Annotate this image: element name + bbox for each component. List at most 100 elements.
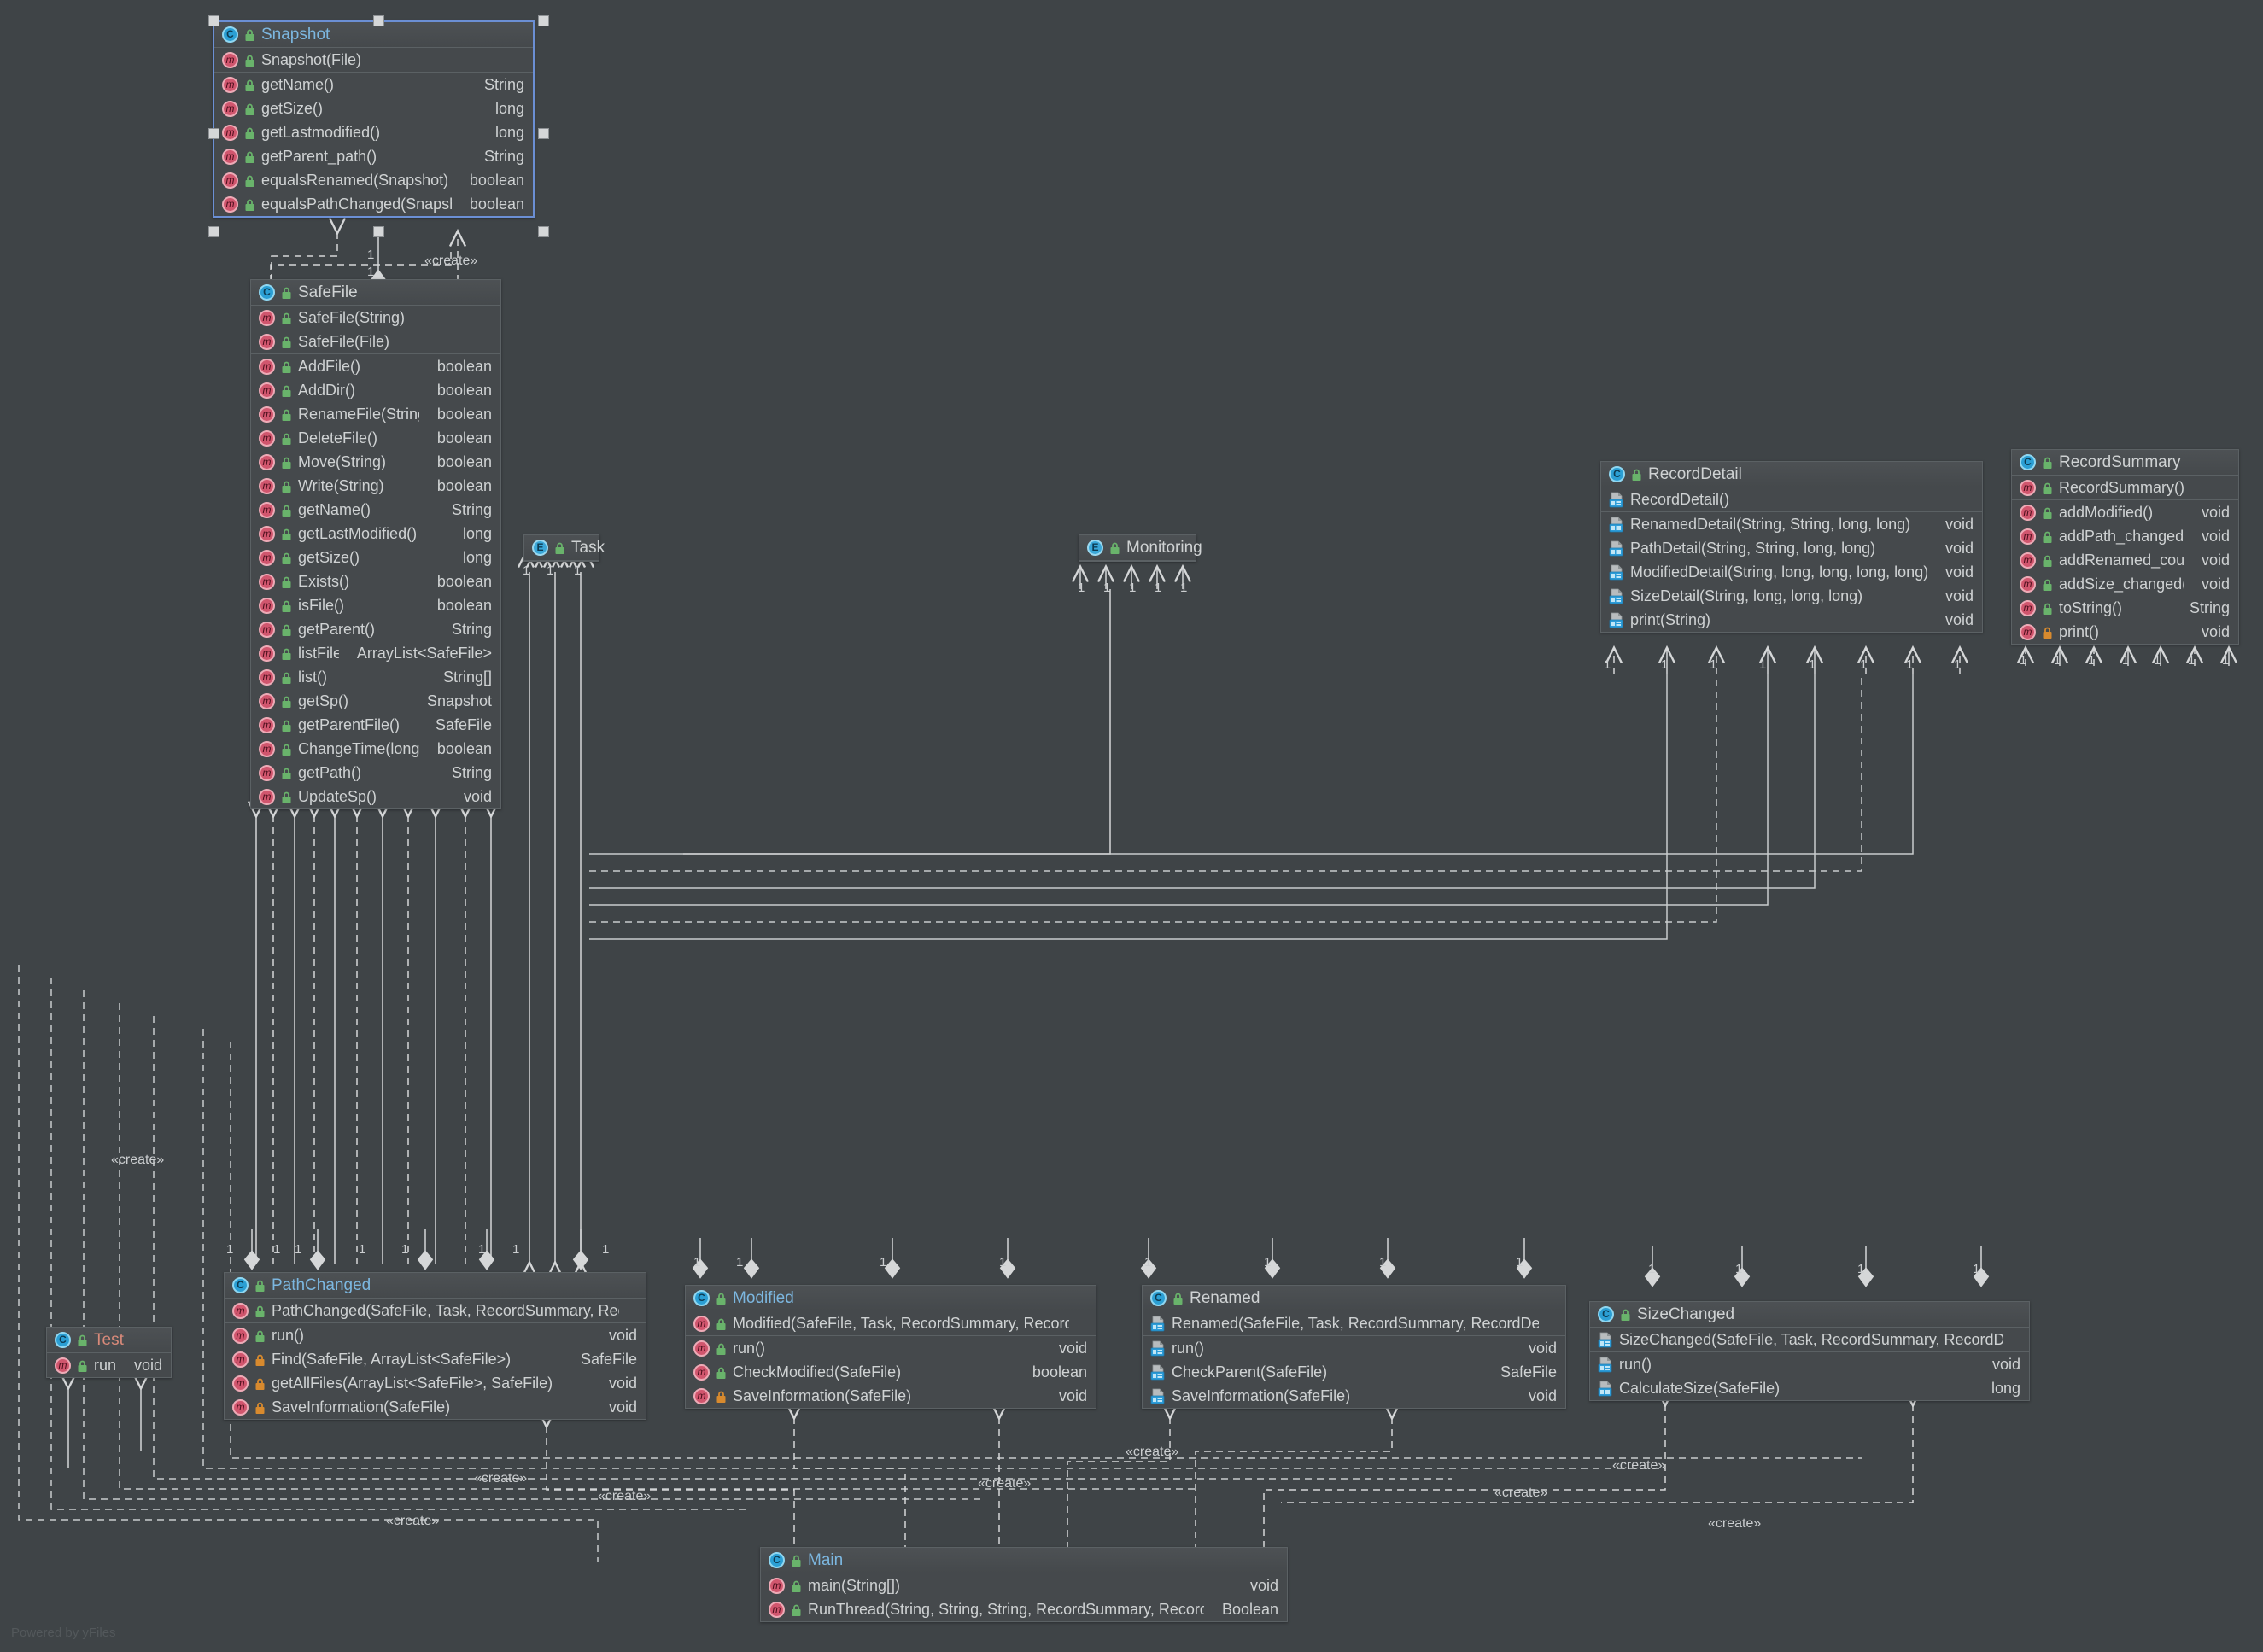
member-row[interactable]: m SafeFile(File)	[251, 330, 500, 353]
member-row[interactable]: SaveInformation(SafeFile) void	[1143, 1384, 1565, 1408]
member-row[interactable]: m getParentFile() SafeFile	[251, 713, 500, 737]
member-row[interactable]: m SafeFile(String)	[251, 306, 500, 330]
member-row[interactable]: m run() void	[686, 1336, 1096, 1360]
class-node-recorddetail[interactable]: C RecordDetail RecordDetail() RenamedDet…	[1600, 461, 1983, 633]
member-name: addPath_changed()	[2059, 527, 2184, 545]
file-blue-icon	[1150, 1316, 1166, 1332]
member-row[interactable]: m getSp() Snapshot	[251, 689, 500, 713]
member-row[interactable]: CheckParent(SafeFile) SafeFile	[1143, 1360, 1565, 1384]
member-row[interactable]: m equalsPathChanged(Snapshot) boolean	[214, 192, 533, 216]
class-header-monitoring[interactable]: E Monitoring	[1079, 535, 1202, 561]
member-row[interactable]: run() void	[1143, 1336, 1565, 1360]
class-header-recorddetail[interactable]: C RecordDetail	[1601, 462, 1982, 487]
member-row[interactable]: SizeChanged(SafeFile, Task, RecordSummar…	[1590, 1328, 2029, 1351]
member-row[interactable]: m main(String[]) void	[761, 1573, 1287, 1597]
selection-handle-w[interactable]	[208, 128, 219, 139]
member-row[interactable]: m getSize() long	[214, 96, 533, 120]
class-header-sizechanged[interactable]: C SizeChanged	[1590, 1302, 2029, 1328]
class-header-safefile[interactable]: C SafeFile	[251, 280, 500, 306]
class-node-main[interactable]: C Main m main(String[]) void m RunThread(Str…	[760, 1547, 1288, 1622]
member-row[interactable]: m getParent_path() String	[214, 144, 533, 168]
class-node-modified[interactable]: C Modified m Modified(SafeFile, Task, Rec…	[685, 1285, 1096, 1409]
member-row[interactable]: m getSize() long	[251, 546, 500, 569]
class-node-sizechanged[interactable]: C SizeChanged SizeChanged(SafeFile, Task…	[1589, 1301, 2030, 1401]
multiplicity-label: 1	[1954, 657, 1962, 672]
member-row[interactable]: m addSize_changed() void	[2012, 572, 2238, 596]
member-row[interactable]: m Modified(SafeFile, Task, RecordSummary,…	[686, 1311, 1096, 1335]
class-node-safefile[interactable]: C SafeFile m SafeFile(String) m SafeFile(Fi…	[250, 279, 501, 809]
member-row[interactable]: Renamed(SafeFile, Task, RecordSummary, R…	[1143, 1311, 1565, 1335]
member-row[interactable]: m ChangeTime(long) boolean	[251, 737, 500, 761]
diagram-canvas[interactable]: C Snapshot m Snapshot(File) m getName() St…	[0, 0, 2263, 1652]
member-row[interactable]: m addPath_changed() void	[2012, 524, 2238, 548]
class-node-recordsummary[interactable]: C RecordSummary m RecordSummary() m addMod…	[2011, 449, 2239, 645]
member-row[interactable]: m AddFile() boolean	[251, 354, 500, 378]
member-row[interactable]: m AddDir() boolean	[251, 378, 500, 402]
member-row[interactable]: PathDetail(String, String, long, long) vo…	[1601, 536, 1982, 560]
member-row[interactable]: ModifiedDetail(String, long, long, long,…	[1601, 560, 1982, 584]
member-row[interactable]: m RenameFile(String) boolean	[251, 402, 500, 426]
member-name: Find(SafeFile, ArrayList<SafeFile>)	[272, 1350, 512, 1368]
class-header-recordsummary[interactable]: C RecordSummary	[2012, 450, 2238, 476]
selection-handle-sw[interactable]	[208, 226, 219, 237]
member-row[interactable]: m Write(String) boolean	[251, 474, 500, 498]
member-row[interactable]: m getName() String	[251, 498, 500, 522]
member-row[interactable]: m Snapshot(File)	[214, 48, 533, 72]
class-header-renamed[interactable]: C Renamed	[1143, 1286, 1565, 1311]
member-row[interactable]: m addModified() void	[2012, 500, 2238, 524]
member-row[interactable]: m Exists() boolean	[251, 569, 500, 593]
member-row[interactable]: m getPath() String	[251, 761, 500, 785]
class-node-test[interactable]: C Test m run() void	[46, 1327, 172, 1378]
member-row[interactable]: m Find(SafeFile, ArrayList<SafeFile>) Safe…	[225, 1347, 646, 1371]
member-row[interactable]: m PathChanged(SafeFile, Task, RecordSumma…	[225, 1299, 646, 1322]
member-row[interactable]: m Move(String) boolean	[251, 450, 500, 474]
member-row[interactable]: m run() void	[225, 1323, 646, 1347]
member-row[interactable]: m UpdateSp() void	[251, 785, 500, 808]
member-row[interactable]: m addRenamed_count() void	[2012, 548, 2238, 572]
member-row[interactable]: m list() String[]	[251, 665, 500, 689]
member-name: CalculateSize(SafeFile)	[1619, 1379, 1781, 1397]
class-node-renamed[interactable]: C Renamed Renamed(SafeFile, Task, Record…	[1142, 1285, 1566, 1409]
member-row[interactable]: SizeDetail(String, long, long, long) void	[1601, 584, 1982, 608]
class-header-main[interactable]: C Main	[761, 1548, 1287, 1573]
class-header-pathchanged[interactable]: C PathChanged	[225, 1273, 646, 1299]
member-row[interactable]: CalculateSize(SafeFile) long	[1590, 1376, 2029, 1400]
class-node-task[interactable]: E Task	[523, 534, 605, 562]
member-row[interactable]: m CheckModified(SafeFile) boolean	[686, 1360, 1096, 1384]
member-row[interactable]: m toString() String	[2012, 596, 2238, 620]
selection-handle-s[interactable]	[373, 226, 384, 237]
member-row[interactable]: m print() void	[2012, 620, 2238, 644]
member-row[interactable]: RecordDetail()	[1601, 487, 1982, 511]
member-row[interactable]: m RecordSummary()	[2012, 476, 2238, 499]
class-header-modified[interactable]: C Modified	[686, 1286, 1096, 1311]
member-row[interactable]: run() void	[1590, 1352, 2029, 1376]
member-row[interactable]: m getLastmodified() long	[214, 120, 533, 144]
class-node-monitoring[interactable]: E Monitoring	[1079, 534, 1202, 562]
method-icon: m	[232, 1351, 249, 1368]
selection-handle-nw[interactable]	[208, 15, 219, 26]
class-header-test[interactable]: C Test	[47, 1328, 171, 1353]
member-return-type: long	[1991, 1379, 2020, 1397]
member-row[interactable]: m SaveInformation(SafeFile) void	[225, 1395, 646, 1419]
method-icon: m	[2020, 623, 2036, 640]
member-row[interactable]: m equalsRenamed(Snapshot) boolean	[214, 168, 533, 192]
selection-handle-n[interactable]	[373, 15, 384, 26]
class-node-snapshot[interactable]: C Snapshot m Snapshot(File) m getName() St…	[213, 20, 535, 218]
member-row[interactable]: m SaveInformation(SafeFile) void	[686, 1384, 1096, 1408]
member-row[interactable]: m getName() String	[214, 73, 533, 96]
member-row[interactable]: m run() void	[47, 1353, 171, 1377]
selection-handle-ne[interactable]	[538, 15, 549, 26]
member-row[interactable]: m getParent() String	[251, 617, 500, 641]
member-row[interactable]: m RunThread(String, String, String, Recor…	[761, 1597, 1287, 1621]
member-row[interactable]: m isFile() boolean	[251, 593, 500, 617]
member-row[interactable]: m getAllFiles(ArrayList<SafeFile>, SafeFi…	[225, 1371, 646, 1395]
class-header-task[interactable]: E Task	[524, 535, 605, 561]
member-row[interactable]: m DeleteFile() boolean	[251, 426, 500, 450]
member-row[interactable]: m getLastModified() long	[251, 522, 500, 546]
selection-handle-e[interactable]	[538, 128, 549, 139]
selection-handle-se[interactable]	[538, 226, 549, 237]
class-node-pathchanged[interactable]: C PathChanged m PathChanged(SafeFile, Tas…	[224, 1272, 646, 1420]
member-row[interactable]: RenamedDetail(String, String, long, long…	[1601, 512, 1982, 536]
member-row[interactable]: m listFiles() ArrayList<SafeFile>	[251, 641, 500, 665]
member-row[interactable]: print(String) void	[1601, 608, 1982, 632]
